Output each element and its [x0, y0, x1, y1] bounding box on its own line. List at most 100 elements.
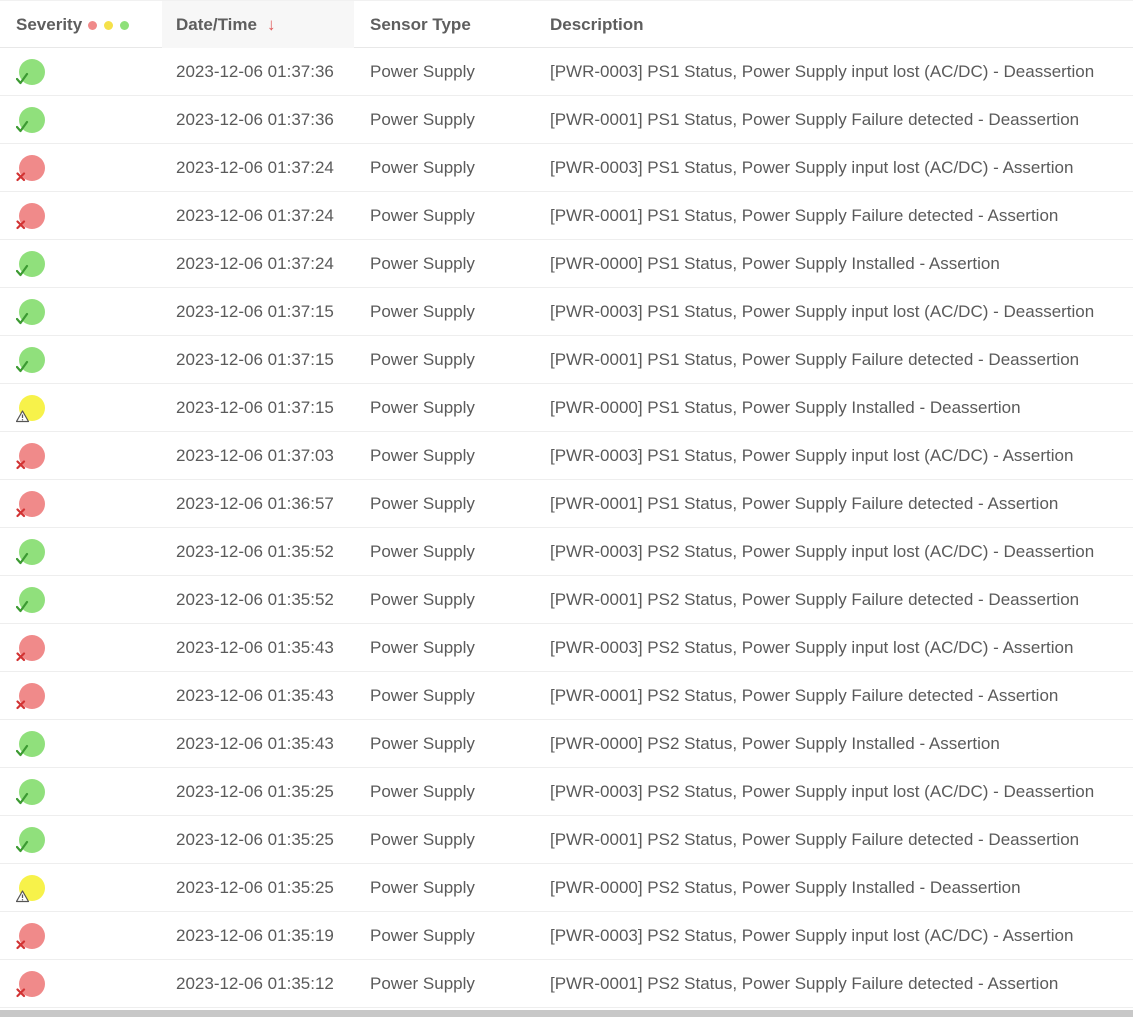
ok-check-icon: [16, 59, 50, 87]
table-row[interactable]: 2023-12-06 01:36:57 Power Supply [PWR-0001…: [0, 480, 1133, 528]
table-row[interactable]: 2023-12-06 01:35:43 Power Supply [PWR-0003…: [0, 624, 1133, 672]
sensor-type-cell: Power Supply: [370, 542, 475, 561]
table-row[interactable]: 2023-12-06 01:37:15 Power Supply [PWR-0000…: [0, 384, 1133, 432]
table-row[interactable]: 2023-12-06 01:35:43 Power Supply [PWR-0000…: [0, 720, 1133, 768]
ok-check-icon: [16, 107, 50, 135]
description-cell: [PWR-0001] PS2 Status, Power Supply Fail…: [550, 590, 1080, 609]
critical-x-icon: [16, 443, 50, 471]
description-cell: [PWR-0000] PS2 Status, Power Supply Inst…: [550, 734, 1000, 753]
critical-x-icon: [16, 155, 50, 183]
column-header-sensor-type[interactable]: Sensor Type: [354, 1, 534, 48]
sort-descending-arrow-icon[interactable]: ↓: [267, 1, 276, 48]
datetime-cell: 2023-12-06 01:36:57: [176, 494, 334, 513]
ok-check-icon: [16, 539, 50, 567]
column-header-datetime[interactable]: Date/Time ↓: [162, 1, 354, 48]
datetime-cell: 2023-12-06 01:37:24: [176, 254, 334, 273]
ok-check-icon: [16, 587, 50, 615]
description-cell: [PWR-0003] PS2 Status, Power Supply inpu…: [550, 638, 1074, 657]
description-cell: [PWR-0003] PS1 Status, Power Supply inpu…: [550, 302, 1095, 321]
warning-triangle-icon: [16, 395, 50, 423]
datetime-cell: 2023-12-06 01:37:24: [176, 158, 334, 177]
sensor-type-cell: Power Supply: [370, 302, 475, 321]
description-cell: [PWR-0003] PS2 Status, Power Supply inpu…: [550, 542, 1095, 561]
event-log-table: Severity Date/Time ↓ Sensor Type Descript…: [0, 0, 1133, 1008]
datetime-cell: 2023-12-06 01:35:43: [176, 734, 334, 753]
description-cell: [PWR-0001] PS1 Status, Power Supply Fail…: [550, 206, 1059, 225]
ok-filter-dot-icon[interactable]: [120, 21, 130, 30]
table-header: Severity Date/Time ↓ Sensor Type Descript…: [0, 0, 1133, 48]
sensor-type-cell: Power Supply: [370, 830, 475, 849]
sensor-type-cell: Power Supply: [370, 782, 475, 801]
critical-x-icon: [16, 923, 50, 951]
sensor-type-cell: Power Supply: [370, 62, 475, 81]
description-cell: [PWR-0001] PS2 Status, Power Supply Fail…: [550, 974, 1059, 993]
datetime-cell: 2023-12-06 01:37:36: [176, 62, 334, 81]
sensor-type-cell: Power Supply: [370, 206, 475, 225]
sensor-type-cell: Power Supply: [370, 350, 475, 369]
datetime-cell: 2023-12-06 01:35:25: [176, 878, 334, 897]
table-row[interactable]: 2023-12-06 01:37:24 Power Supply [PWR-0000…: [0, 240, 1133, 288]
sensor-type-cell: Power Supply: [370, 494, 475, 513]
table-row[interactable]: 2023-12-06 01:35:25 Power Supply [PWR-0000…: [0, 864, 1133, 912]
table-row[interactable]: 2023-12-06 01:35:43 Power Supply [PWR-0001…: [0, 672, 1133, 720]
critical-x-icon: [16, 683, 50, 711]
sensor-type-cell: Power Supply: [370, 734, 475, 753]
table-row[interactable]: 2023-12-06 01:37:24 Power Supply [PWR-0003…: [0, 144, 1133, 192]
table-row[interactable]: 2023-12-06 01:35:19 Power Supply [PWR-0003…: [0, 912, 1133, 960]
description-cell: [PWR-0001] PS1 Status, Power Supply Fail…: [550, 110, 1080, 129]
sensor-type-cell: Power Supply: [370, 590, 475, 609]
table-row[interactable]: 2023-12-06 01:37:03 Power Supply [PWR-0003…: [0, 432, 1133, 480]
ok-check-icon: [16, 251, 50, 279]
sensor-type-cell: Power Supply: [370, 926, 475, 945]
datetime-cell: 2023-12-06 01:37:15: [176, 350, 334, 369]
column-header-datetime-label: Date/Time: [176, 15, 257, 34]
sensor-type-cell: Power Supply: [370, 878, 475, 897]
table-body: 2023-12-06 01:37:36 Power Supply [PWR-0003…: [0, 48, 1133, 1008]
critical-x-icon: [16, 635, 50, 663]
critical-filter-dot-icon[interactable]: [88, 21, 98, 30]
datetime-cell: 2023-12-06 01:35:52: [176, 590, 334, 609]
datetime-cell: 2023-12-06 01:37:36: [176, 110, 334, 129]
ok-check-icon: [16, 299, 50, 327]
datetime-cell: 2023-12-06 01:37:15: [176, 302, 334, 321]
table-row[interactable]: 2023-12-06 01:37:36 Power Supply [PWR-0001…: [0, 96, 1133, 144]
description-cell: [PWR-0000] PS1 Status, Power Supply Inst…: [550, 398, 1021, 417]
column-header-description[interactable]: Description: [534, 1, 1133, 48]
warning-filter-dot-icon[interactable]: [104, 21, 114, 30]
description-cell: [PWR-0003] PS2 Status, Power Supply inpu…: [550, 782, 1095, 801]
table-row[interactable]: 2023-12-06 01:37:24 Power Supply [PWR-0001…: [0, 192, 1133, 240]
table-row[interactable]: 2023-12-06 01:35:12 Power Supply [PWR-0001…: [0, 960, 1133, 1008]
sensor-type-cell: Power Supply: [370, 254, 475, 273]
critical-x-icon: [16, 971, 50, 999]
description-cell: [PWR-0001] PS2 Status, Power Supply Fail…: [550, 830, 1080, 849]
sensor-type-cell: Power Supply: [370, 158, 475, 177]
warning-triangle-icon: [16, 875, 50, 903]
description-cell: [PWR-0003] PS1 Status, Power Supply inpu…: [550, 62, 1095, 81]
table-row[interactable]: 2023-12-06 01:35:25 Power Supply [PWR-0003…: [0, 768, 1133, 816]
description-cell: [PWR-0003] PS1 Status, Power Supply inpu…: [550, 158, 1074, 177]
table-row[interactable]: 2023-12-06 01:35:25 Power Supply [PWR-0001…: [0, 816, 1133, 864]
sensor-type-cell: Power Supply: [370, 974, 475, 993]
ok-check-icon: [16, 779, 50, 807]
description-cell: [PWR-0001] PS2 Status, Power Supply Fail…: [550, 686, 1059, 705]
datetime-cell: 2023-12-06 01:35:19: [176, 926, 334, 945]
datetime-cell: 2023-12-06 01:35:43: [176, 686, 334, 705]
column-header-severity[interactable]: Severity: [0, 1, 162, 48]
table-row[interactable]: 2023-12-06 01:37:36 Power Supply [PWR-0003…: [0, 48, 1133, 96]
column-header-description-label: Description: [550, 15, 644, 34]
horizontal-scrollbar[interactable]: [0, 1010, 1133, 1017]
sensor-type-cell: Power Supply: [370, 110, 475, 129]
description-cell: [PWR-0000] PS1 Status, Power Supply Inst…: [550, 254, 1000, 273]
column-header-sensor-type-label: Sensor Type: [370, 15, 471, 34]
table-row[interactable]: 2023-12-06 01:37:15 Power Supply [PWR-0003…: [0, 288, 1133, 336]
datetime-cell: 2023-12-06 01:35:25: [176, 830, 334, 849]
sensor-type-cell: Power Supply: [370, 398, 475, 417]
ok-check-icon: [16, 347, 50, 375]
description-cell: [PWR-0001] PS1 Status, Power Supply Fail…: [550, 350, 1080, 369]
datetime-cell: 2023-12-06 01:35:43: [176, 638, 334, 657]
datetime-cell: 2023-12-06 01:35:12: [176, 974, 334, 993]
description-cell: [PWR-0001] PS1 Status, Power Supply Fail…: [550, 494, 1059, 513]
table-row[interactable]: 2023-12-06 01:35:52 Power Supply [PWR-0001…: [0, 576, 1133, 624]
table-row[interactable]: 2023-12-06 01:35:52 Power Supply [PWR-0003…: [0, 528, 1133, 576]
table-row[interactable]: 2023-12-06 01:37:15 Power Supply [PWR-0001…: [0, 336, 1133, 384]
